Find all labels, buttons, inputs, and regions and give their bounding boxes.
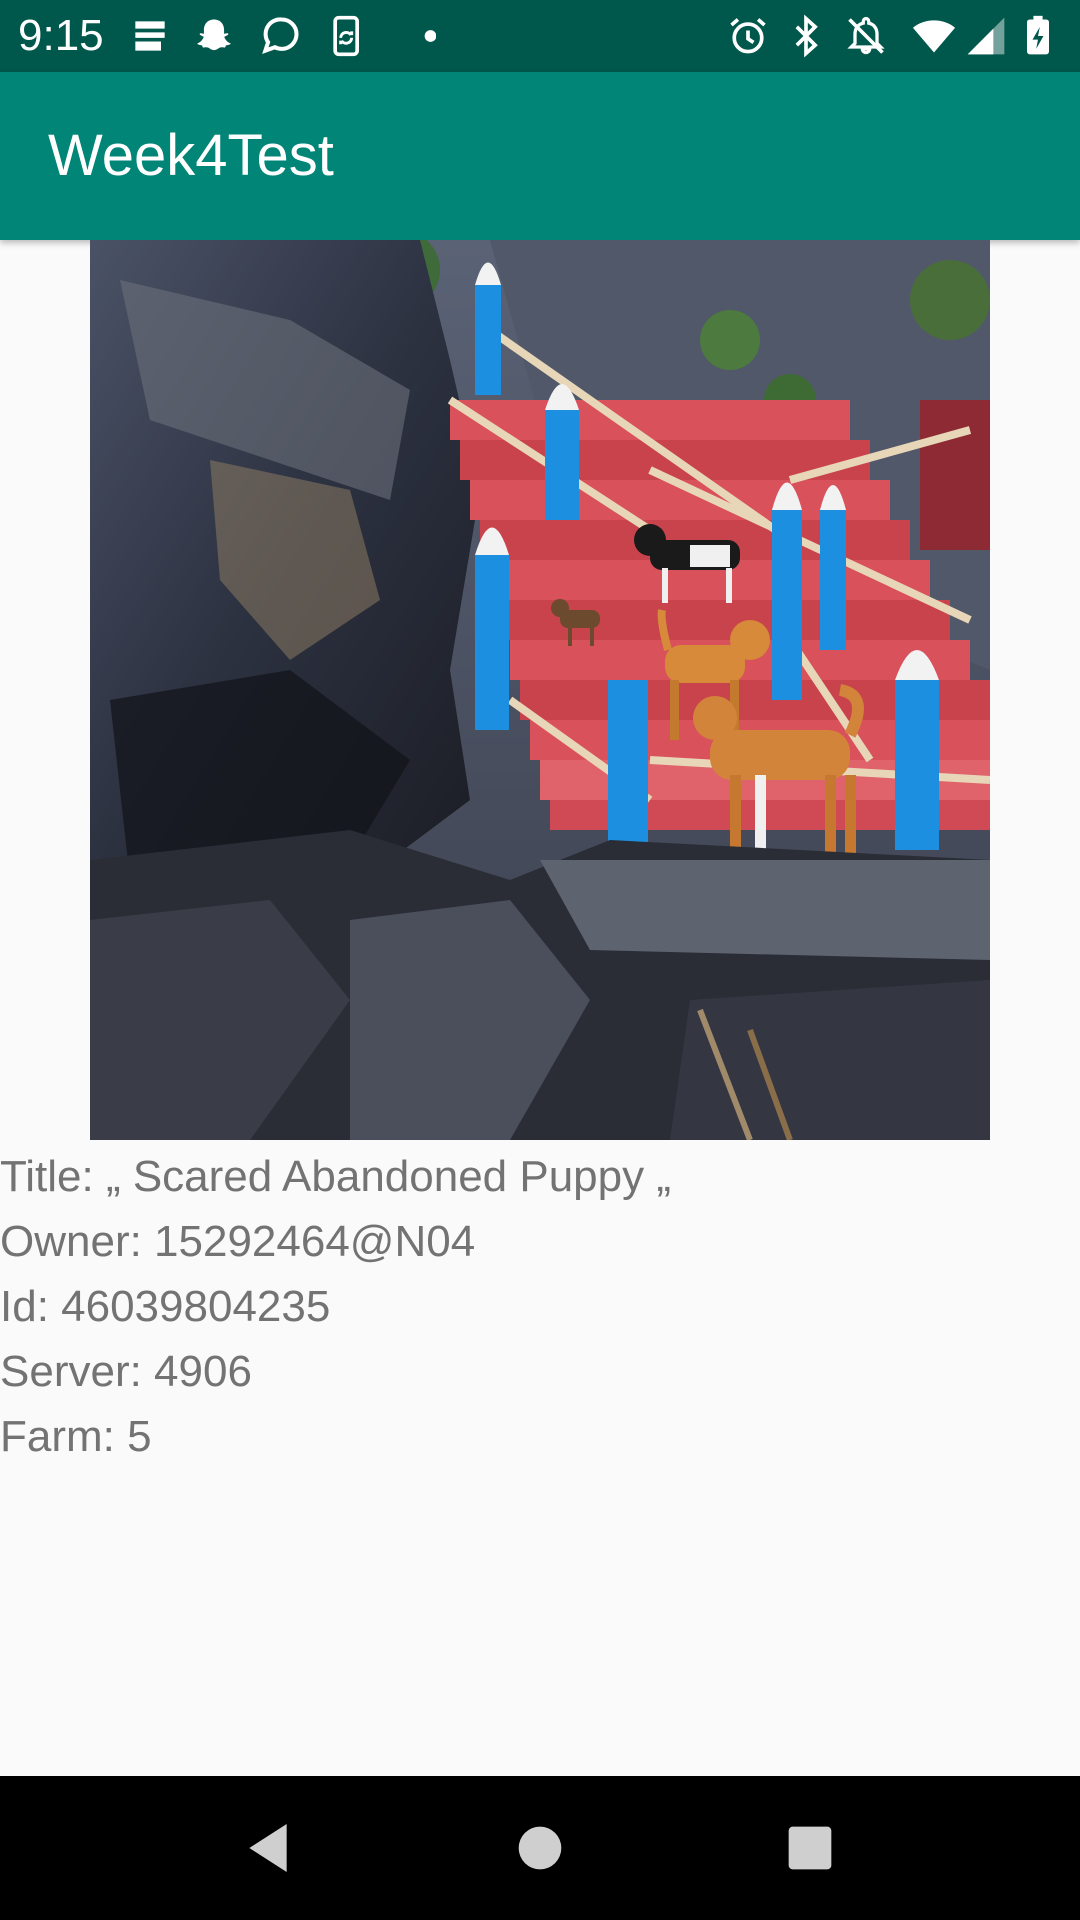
app-title: Week4Test (48, 123, 334, 188)
notes-icon (128, 14, 172, 58)
wifi-icon (912, 14, 956, 58)
server-text: Server: 4906 (0, 1347, 252, 1396)
status-time: 9:15 (18, 11, 104, 60)
id-text: Id: 46039804235 (0, 1282, 331, 1331)
phone-sync-icon (326, 14, 370, 58)
battery-charging-icon (1016, 14, 1060, 58)
home-icon[interactable] (508, 1816, 572, 1880)
title-text: Title: „ Scared Abandoned Puppy „ (0, 1152, 671, 1201)
navigation-bar (0, 1776, 1080, 1920)
photo-info: Title: „ Scared Abandoned Puppy „ Owner:… (0, 1144, 1080, 1469)
screen: 9:15 Week4Test Title: „ Scared Abandoned… (0, 0, 1080, 1920)
dot-icon (392, 14, 436, 58)
app-bar: Week4Test (0, 72, 1080, 240)
farm-text: Farm: 5 (0, 1412, 152, 1461)
status-bar: 9:15 (0, 0, 1080, 72)
photo-image (90, 240, 990, 1140)
alarm-icon (726, 14, 770, 58)
snapchat-icon (192, 14, 236, 58)
cell-signal-icon (964, 14, 1008, 58)
back-icon[interactable] (236, 1816, 300, 1880)
recents-icon[interactable] (778, 1816, 842, 1880)
owner-text: Owner: 15292464@N04 (0, 1217, 476, 1266)
bluetooth-icon (784, 14, 828, 58)
chat-bubble-icon (258, 14, 302, 58)
notifications-off-icon (844, 14, 888, 58)
